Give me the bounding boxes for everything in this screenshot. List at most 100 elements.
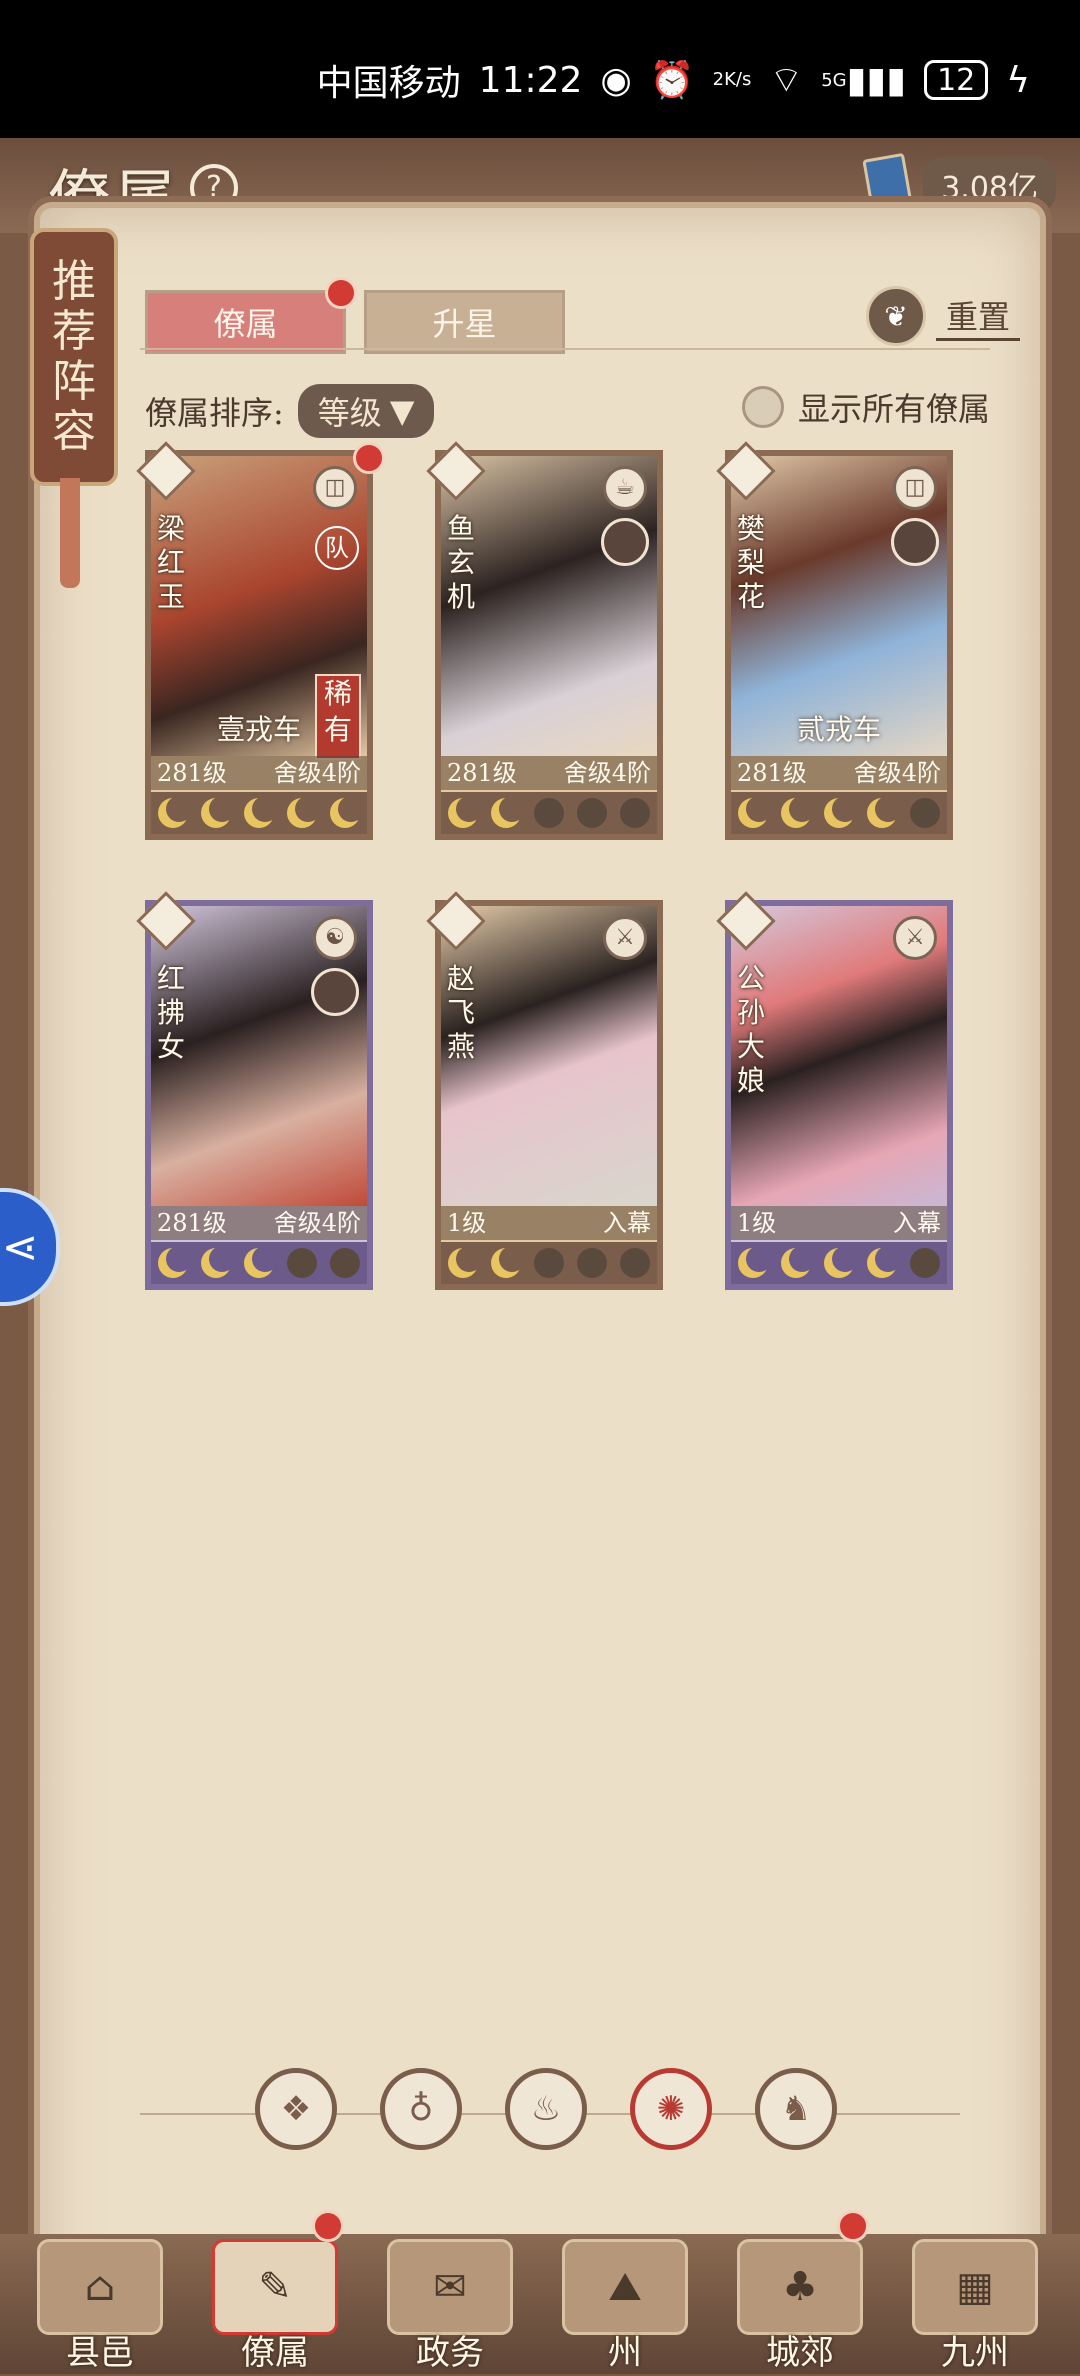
battery-indicator: 12 [924, 60, 989, 100]
retainer-name: 樊梨花 [737, 512, 766, 613]
retainer-name: 赵飞燕 [447, 962, 476, 1063]
moon-star-filled-icon [823, 1246, 858, 1278]
rank-text: 舍级4阶 [273, 759, 361, 787]
moon-star-filled-icon [330, 796, 365, 828]
retainer-card[interactable]: ☯ 红拂女 281级 舍级4阶 [136, 891, 373, 1290]
moon-star-empty-icon [620, 1248, 651, 1278]
retainer-name: 梁红玉 [157, 512, 186, 613]
retainer-card[interactable]: ◫ 队 梁红玉 稀有 壹戎车 281级 舍级4阶 [136, 441, 385, 840]
moon-star-empty-icon [910, 798, 941, 828]
wifi-icon: ⌔ [769, 59, 804, 101]
carrier-label: 中国移动 [316, 63, 461, 104]
nav-label: 城郊 [766, 2333, 834, 2373]
moon-star-empty-icon [330, 1248, 361, 1278]
retainer-name: 公孙大娘 [737, 962, 766, 1097]
game-screen: 僚属 ? 3.08亿 推 荐 阵 容 僚属 升星 ❦ 重置 僚属排序: 等级 ▼ [0, 138, 1080, 2376]
companion-avatar [311, 968, 359, 1016]
bottom-nav: ⌂ 县邑 ✎ 僚属 ✉ 政务 ⛰ 州 ♣ 城郊 ▦ 九州 [0, 2210, 1080, 2374]
companion-avatar [891, 518, 939, 566]
moon-star-filled-icon [243, 796, 278, 828]
tab-star-up[interactable]: 升星 [364, 290, 565, 354]
sword-class-icon: ⚔ [603, 916, 647, 960]
filter-diamond-icon[interactable]: ❖ [255, 2068, 337, 2150]
nav-county[interactable]: ⌂ 县邑 [25, 2234, 175, 2374]
moon-star-filled-icon [287, 796, 322, 828]
reset-label: 重置 [935, 292, 1020, 341]
moon-star-filled-icon [737, 796, 772, 828]
filter-beast-icon[interactable]: ♞ [755, 2068, 837, 2150]
nav-retainers[interactable]: ✎ 僚属 [200, 2210, 350, 2374]
retainer-card[interactable]: ☕ 鱼玄机 281级 舍级4阶 [426, 441, 663, 840]
level-text: 281级 [157, 1209, 227, 1237]
moon-star-filled-icon [737, 1246, 772, 1278]
moon-star-filled-icon [490, 796, 525, 828]
nav-label: 州 [608, 2333, 642, 2373]
alarm-icon: ⏰ [649, 60, 695, 101]
retainer-card[interactable]: ⚔ 公孙大娘 1级 入幕 [716, 891, 953, 1290]
moon-star-empty-icon [287, 1248, 318, 1278]
yin-yang-class-icon: ☯ [313, 916, 357, 960]
signal-icon: 5G ▮▮▮ [821, 59, 907, 101]
reset-button[interactable]: ❦ 重置 [865, 286, 1020, 346]
show-all-label: 显示所有僚属 [797, 390, 990, 428]
retainer-card[interactable]: ⚔ 赵飞燕 1级 入幕 [426, 891, 663, 1290]
tassel-decoration [60, 478, 80, 588]
moon-star-empty-icon [620, 798, 651, 828]
county-icon: ⌂ [37, 2239, 163, 2335]
card-info: 281级 舍级4阶 [151, 1206, 367, 1240]
show-all-toggle[interactable]: 显示所有僚属 [741, 384, 990, 430]
card-info: 281级 舍级4阶 [441, 756, 657, 790]
moon-star-filled-icon [780, 796, 815, 828]
filter-gourd-icon[interactable]: ♨ [505, 2068, 587, 2150]
category-filter-row: ❖ ♁ ♨ ✺ ♞ [140, 2068, 960, 2158]
radio-button[interactable] [741, 386, 784, 428]
nav-suburbs[interactable]: ♣ 城郊 [725, 2210, 875, 2374]
recommend-lineup-button[interactable]: 推 荐 阵 容 [30, 228, 118, 486]
card-info: 281级 舍级4阶 [151, 756, 367, 790]
filter-glyph: ♨ [530, 2089, 562, 2129]
moon-star-filled-icon [243, 1246, 278, 1278]
rank-text: 入幕 [893, 1209, 941, 1237]
star-row [441, 792, 657, 834]
nav-prefecture[interactable]: ⛰ 州 [550, 2234, 700, 2374]
star-row [441, 1242, 657, 1284]
divider [140, 348, 990, 350]
help-icon[interactable]: ? [190, 164, 238, 212]
nav-nine-provinces[interactable]: ▦ 九州 [900, 2234, 1050, 2374]
map-scroll-icon: ▦ [912, 2239, 1038, 2335]
tea-class-icon: ☕ [603, 466, 647, 510]
moon-star-filled-icon [490, 1246, 525, 1278]
retainer-card[interactable]: ◫ 樊梨花 贰戎车 281级 舍级4阶 [716, 441, 953, 840]
card-info: 1级 入幕 [441, 1206, 657, 1240]
nav-glyph: ▦ [956, 2264, 994, 2310]
nav-affairs[interactable]: ✉ 政务 [375, 2234, 525, 2374]
filter-bell-icon[interactable]: ♁ [380, 2068, 462, 2150]
sort-dropdown[interactable]: 等级 ▼ [297, 384, 435, 438]
nav-label: 九州 [941, 2333, 1009, 2373]
nav-glyph: ♣ [782, 2264, 818, 2310]
level-text: 281级 [737, 759, 807, 787]
moon-star-filled-icon [447, 1246, 482, 1278]
shield-class-icon: ◫ [893, 466, 937, 510]
filter-fan-icon[interactable]: ✺ [630, 2068, 712, 2150]
level-text: 1级 [737, 1209, 777, 1237]
moon-star-filled-icon [823, 796, 858, 828]
star-row [151, 792, 367, 834]
nav-glyph: ✎ [258, 2264, 292, 2310]
filter-glyph: ♁ [408, 2089, 434, 2129]
moon-star-filled-icon [447, 796, 482, 828]
rank-text: 入幕 [603, 1209, 651, 1237]
dropdown-arrow-icon: ▼ [389, 392, 415, 430]
net-speed: 2 K/s [712, 69, 752, 90]
nav-label: 政务 [416, 2333, 484, 2373]
recommend-char: 容 [52, 406, 96, 457]
nav-glyph: ✉ [433, 2264, 467, 2310]
tab-retainers[interactable]: 僚属 [145, 277, 357, 354]
companion-avatar [601, 518, 649, 566]
currency-display: 3.08亿 [862, 152, 1056, 218]
filter-glyph: ❖ [280, 2089, 312, 2129]
filter-glyph: ✺ [656, 2089, 686, 2129]
star-row [731, 1242, 947, 1284]
moon-star-empty-icon [533, 1248, 564, 1278]
moon-star-filled-icon [867, 796, 902, 828]
